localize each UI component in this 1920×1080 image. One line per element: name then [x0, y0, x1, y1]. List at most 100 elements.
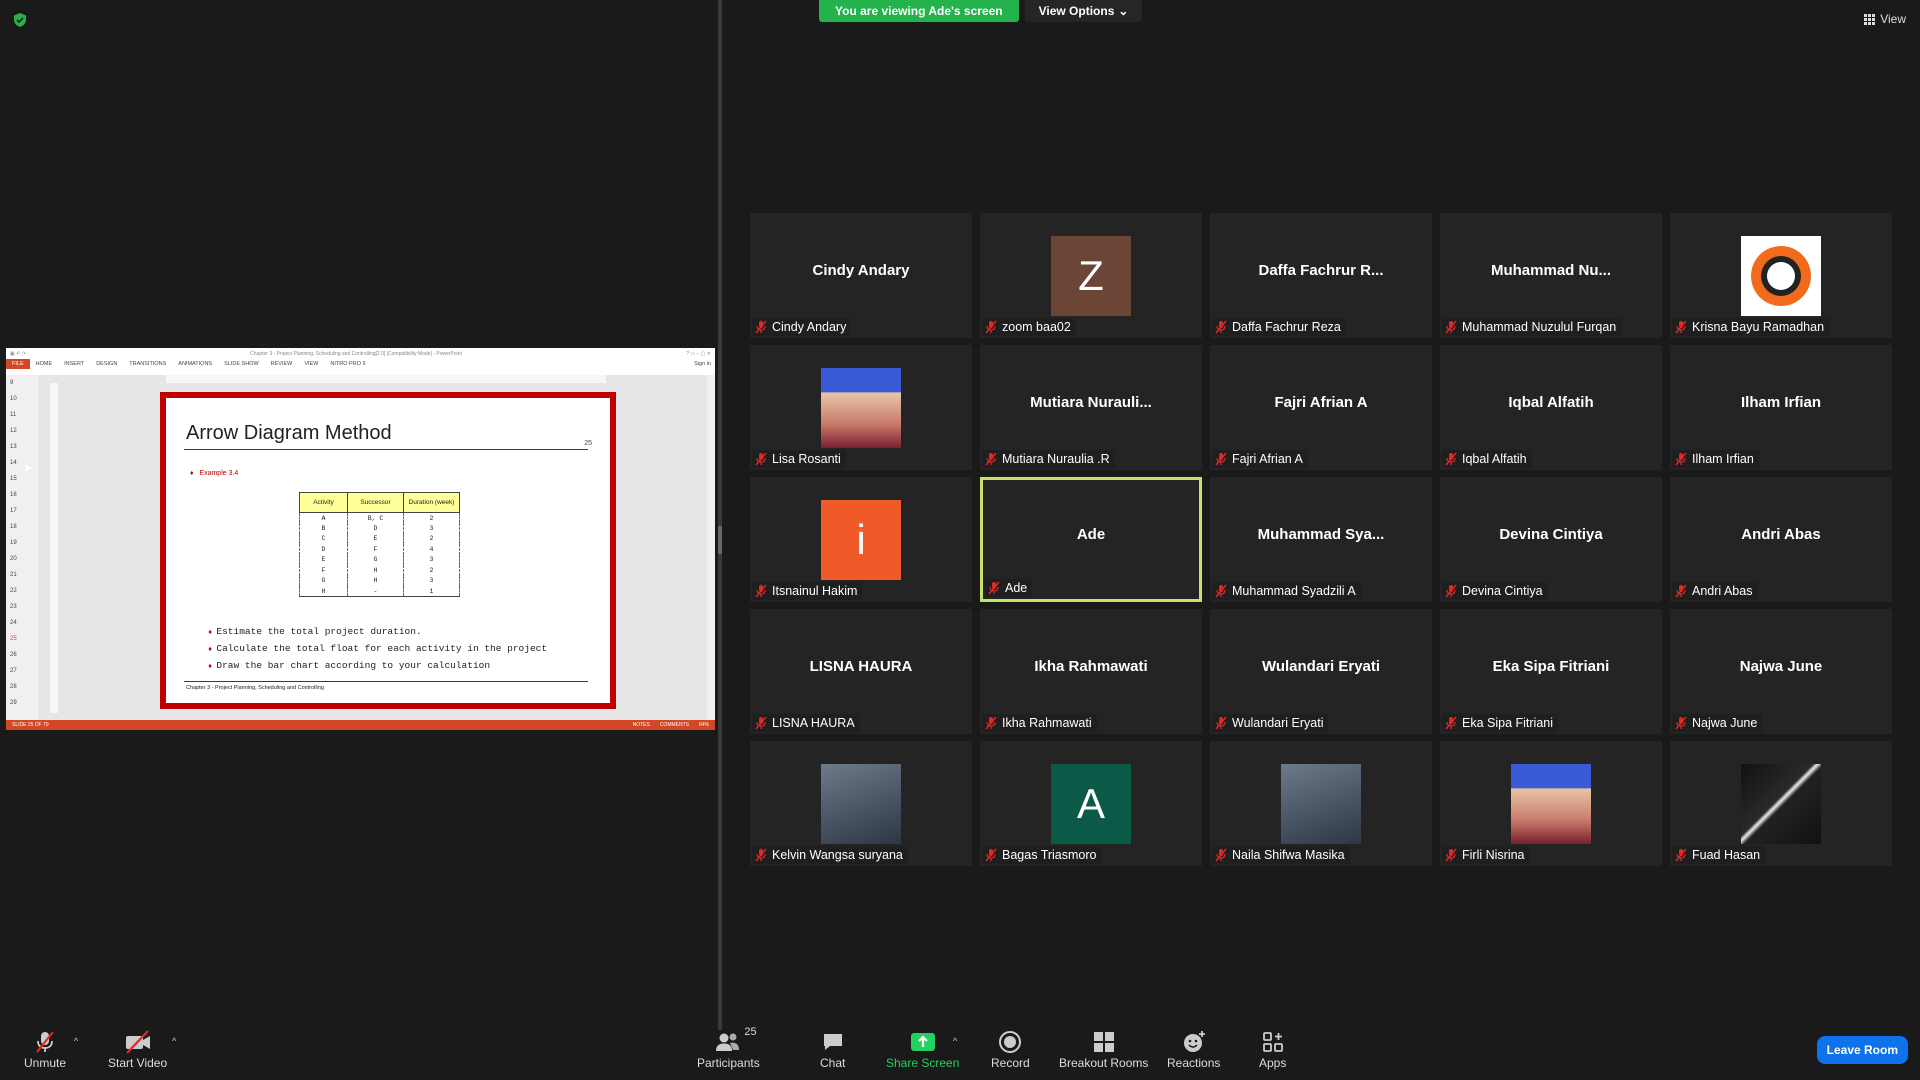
participant-tile[interactable]: Krisna Bayu Ramadhan: [1670, 213, 1892, 338]
participant-tile[interactable]: Zzoom baa02: [980, 213, 1202, 338]
ppt-thumbnail-number: 13: [10, 444, 17, 450]
reactions-button[interactable]: Reactions: [1167, 1028, 1220, 1070]
view-layout-button[interactable]: View: [1864, 12, 1906, 26]
participant-name-label: Itsnainul Hakim: [752, 582, 863, 600]
video-options-caret-icon[interactable]: ^: [172, 1036, 176, 1046]
ppt-thumbnail-number: 21: [10, 572, 17, 578]
participant-tile[interactable]: Iqbal Alfatih Iqbal Alfatih: [1440, 345, 1662, 470]
record-button[interactable]: Record: [991, 1028, 1030, 1070]
participant-tile[interactable]: Naila Shifwa Masika: [1210, 741, 1432, 866]
table-cell: F: [299, 565, 348, 576]
participant-tile[interactable]: Kelvin Wangsa suryana: [750, 741, 972, 866]
split-view-drag-handle[interactable]: [718, 526, 722, 554]
participant-tile[interactable]: Najwa June Najwa June: [1670, 609, 1892, 734]
table-row: FH2: [299, 565, 460, 576]
participant-name: Ade: [1005, 581, 1028, 595]
microphone-muted-icon: [985, 848, 997, 862]
table-cell: 2: [403, 565, 460, 576]
participant-tile[interactable]: A Bagas Triasmoro: [980, 741, 1202, 866]
participant-tile[interactable]: Andri Abas Andri Abas: [1670, 477, 1892, 602]
ppt-slide: Arrow Diagram Method 25 ♦ Example 3.4 Ac…: [160, 392, 616, 709]
table-cell: 3: [403, 554, 460, 565]
share-screen-button[interactable]: Share Screen: [886, 1028, 959, 1070]
chevron-down-icon: ⌄: [1118, 4, 1129, 18]
participant-name: LISNA HAURA: [772, 716, 855, 730]
zoom-meeting-window: { "top_bar": { "viewing_banner": "You ar…: [0, 0, 1920, 1080]
microphone-muted-icon: [1445, 320, 1457, 334]
participant-name-label: Eka Sipa Fitriani: [1442, 714, 1559, 732]
participant-name: Iqbal Alfatih: [1462, 452, 1527, 466]
participant-tile[interactable]: Muhammad Sya... Muhammad Syadzili A: [1210, 477, 1432, 602]
participant-tile[interactable]: Lisa Rosanti: [750, 345, 972, 470]
participant-avatar: i: [821, 500, 901, 580]
split-view-divider[interactable]: [718, 0, 722, 1030]
participant-name: Muhammad Nuzulul Furqan: [1462, 320, 1617, 334]
participant-name-label: Lisa Rosanti: [752, 450, 846, 468]
microphone-muted-icon: [755, 584, 767, 598]
participant-tile[interactable]: Muhammad Nu... Muhammad Nuzulul Furqan: [1440, 213, 1662, 338]
table-row: A B, C2: [299, 512, 460, 523]
microphone-muted-icon: [755, 452, 767, 466]
participant-name: Ilham Irfian: [1692, 452, 1754, 466]
table-cell: G: [347, 554, 404, 565]
participant-tile[interactable]: Firli Nisrina: [1440, 741, 1662, 866]
participant-name-label: Bagas Triasmoro: [982, 846, 1102, 864]
participant-name-label: Daffa Fachrur Reza: [1212, 318, 1346, 336]
slide-bullet: Estimate the total project duration.: [208, 624, 547, 641]
participant-tile[interactable]: Cindy Andary Cindy Andary: [750, 213, 972, 338]
participant-tile[interactable]: Ikha Rahmawati Ikha Rahmawati: [980, 609, 1202, 734]
table-cell: E: [347, 533, 404, 544]
reactions-label: Reactions: [1167, 1056, 1221, 1070]
start-video-button[interactable]: Start Video: [108, 1028, 167, 1070]
participant-name-label: Iqbal Alfatih: [1442, 450, 1532, 468]
share-options-caret-icon[interactable]: ^: [953, 1036, 957, 1046]
ppt-zoom-level: 64%: [698, 722, 709, 728]
participant-tile[interactable]: Devina Cintiya Devina Cintiya: [1440, 477, 1662, 602]
microphone-muted-icon: [1215, 320, 1227, 334]
participant-name: Fuad Hasan: [1692, 848, 1761, 862]
participants-button[interactable]: 25 Participants: [697, 1026, 760, 1070]
ppt-thumbnail-number: 19: [10, 540, 17, 546]
table-cell: 1: [403, 586, 460, 597]
ppt-thumbnail-number: 16: [10, 492, 17, 498]
breakout-rooms-label: Breakout Rooms: [1059, 1056, 1149, 1070]
unmute-button[interactable]: Unmute: [24, 1028, 66, 1070]
microphone-muted-icon: [1215, 452, 1227, 466]
apps-button[interactable]: Apps: [1259, 1028, 1286, 1070]
leave-room-button[interactable]: Leave Room: [1816, 1036, 1908, 1064]
ppt-slide-thumbnails: 9 10 11 12 13 14 15 16 17 18 19 20 21 22 23 24 25 26 27 28 2…: [6, 375, 38, 720]
participant-name-label: Fuad Hasan: [1672, 846, 1766, 864]
participant-name: Ikha Rahmawati: [1002, 716, 1092, 730]
activity-table: Activity Successor Duration (week) A B, C2B…: [299, 492, 460, 597]
participant-name-label: Ikha Rahmawati: [982, 714, 1097, 732]
participant-avatar: A: [1051, 764, 1131, 844]
microphone-muted-icon: [1675, 716, 1687, 730]
view-options-button[interactable]: View Options ⌄: [1024, 0, 1143, 22]
chat-button[interactable]: Chat: [820, 1028, 845, 1070]
participant-name-label: Naila Shifwa Masika: [1212, 846, 1350, 864]
participant-tile[interactable]: Fajri Afrian A Fajri Afrian A: [1210, 345, 1432, 470]
breakout-rooms-button[interactable]: Breakout Rooms: [1059, 1028, 1148, 1070]
participant-tile[interactable]: Mutiara Nurauli... Mutiara Nuraulia .R: [980, 345, 1202, 470]
microphone-muted-icon: [755, 848, 767, 862]
participant-tile[interactable]: Eka Sipa Fitriani Eka Sipa Fitriani: [1440, 609, 1662, 734]
participant-tile[interactable]: Wulandari Eryati Wulandari Eryati: [1210, 609, 1432, 734]
ppt-window-title: Chapter 3 - Project Planning, Scheduling…: [250, 350, 462, 357]
security-shield-icon[interactable]: [12, 12, 28, 28]
participant-tile[interactable]: Daffa Fachrur R... Daffa Fachrur Reza: [1210, 213, 1432, 338]
participant-tile[interactable]: Fuad Hasan: [1670, 741, 1892, 866]
meeting-toolbar: Unmute ^ Start Video ^ 25 Participants C…: [0, 1024, 1920, 1080]
audio-options-caret-icon[interactable]: ^: [74, 1036, 78, 1046]
participant-photo-portrait: [821, 368, 901, 448]
participant-tile[interactable]: i Itsnainul Hakim: [750, 477, 972, 602]
table-cell: 4: [403, 544, 460, 555]
slide-title-rule: [184, 449, 588, 450]
ppt-ribbon-tab: HOME: [35, 361, 53, 367]
participant-tile[interactable]: LISNA HAURA LISNA HAURA: [750, 609, 972, 734]
participant-tile[interactable]: Ilham Irfian Ilham Irfian: [1670, 345, 1892, 470]
ppt-thumbnail-number: 10: [10, 396, 17, 402]
table-cell: 2: [403, 533, 460, 544]
unmute-label: Unmute: [24, 1056, 67, 1070]
participant-name: Andri Abas: [1692, 584, 1753, 598]
participant-tile[interactable]: Ade Ade: [980, 477, 1202, 602]
